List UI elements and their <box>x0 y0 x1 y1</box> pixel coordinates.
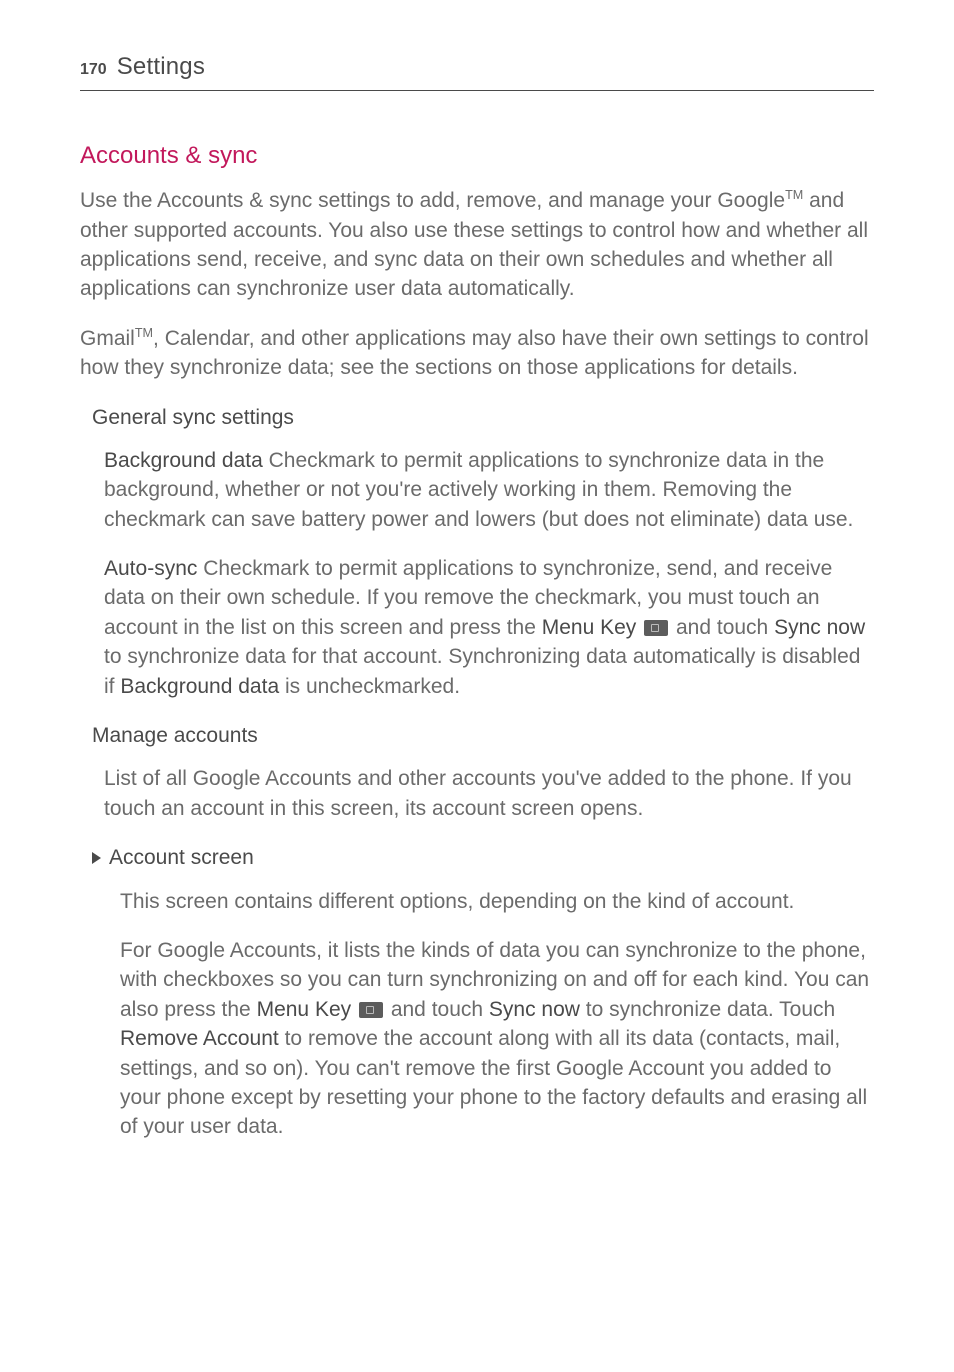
triangle-bullet-icon <box>92 852 101 864</box>
remove-account-label: Remove Account <box>120 1027 279 1050</box>
account-screen-paragraph-2: For Google Accounts, it lists the kinds … <box>120 936 874 1142</box>
menu-key-icon <box>359 1002 383 1018</box>
manage-accounts-heading: Manage accounts <box>92 721 874 750</box>
manage-accounts-paragraph: List of all Google Accounts and other ac… <box>104 764 874 823</box>
background-data-ref: Background data <box>120 675 279 698</box>
header-title: Settings <box>117 50 205 84</box>
menu-key-label: Menu Key <box>542 616 637 639</box>
trademark-symbol: TM <box>785 188 803 202</box>
intro-paragraph-2: GmailTM, Calendar, and other application… <box>80 324 874 383</box>
account-screen-bullet: Account screen <box>92 843 874 872</box>
page-header: 170 Settings <box>80 50 874 91</box>
auto-sync-item: Auto-sync Checkmark to permit applicatio… <box>104 554 874 701</box>
background-data-item: Background data Checkmark to permit appl… <box>104 446 874 534</box>
page-container: 170 Settings Accounts & sync Use the Acc… <box>0 0 954 1222</box>
text: and touch <box>385 998 489 1021</box>
trademark-symbol: TM <box>135 326 153 340</box>
text: , Calendar, and other applications may a… <box>80 327 869 379</box>
background-data-label: Background data <box>104 449 263 472</box>
text: Use the Accounts & sync settings to add,… <box>80 189 785 212</box>
page-number: 170 <box>80 59 107 81</box>
intro-paragraph-1: Use the Accounts & sync settings to add,… <box>80 186 874 304</box>
account-screen-heading: Account screen <box>109 843 254 872</box>
general-sync-heading: General sync settings <box>92 403 874 432</box>
sync-now-label: Sync now <box>489 998 580 1021</box>
section-title: Accounts & sync <box>80 139 874 173</box>
sync-now-label: Sync now <box>774 616 865 639</box>
text: to synchronize data. Touch <box>580 998 835 1021</box>
account-screen-paragraph-1: This screen contains different options, … <box>120 887 874 916</box>
auto-sync-label: Auto-sync <box>104 557 197 580</box>
text: is uncheckmarked. <box>279 675 460 698</box>
menu-key-label: Menu Key <box>257 998 352 1021</box>
text: Gmail <box>80 327 135 350</box>
text: and touch <box>670 616 774 639</box>
menu-key-icon <box>644 620 668 636</box>
